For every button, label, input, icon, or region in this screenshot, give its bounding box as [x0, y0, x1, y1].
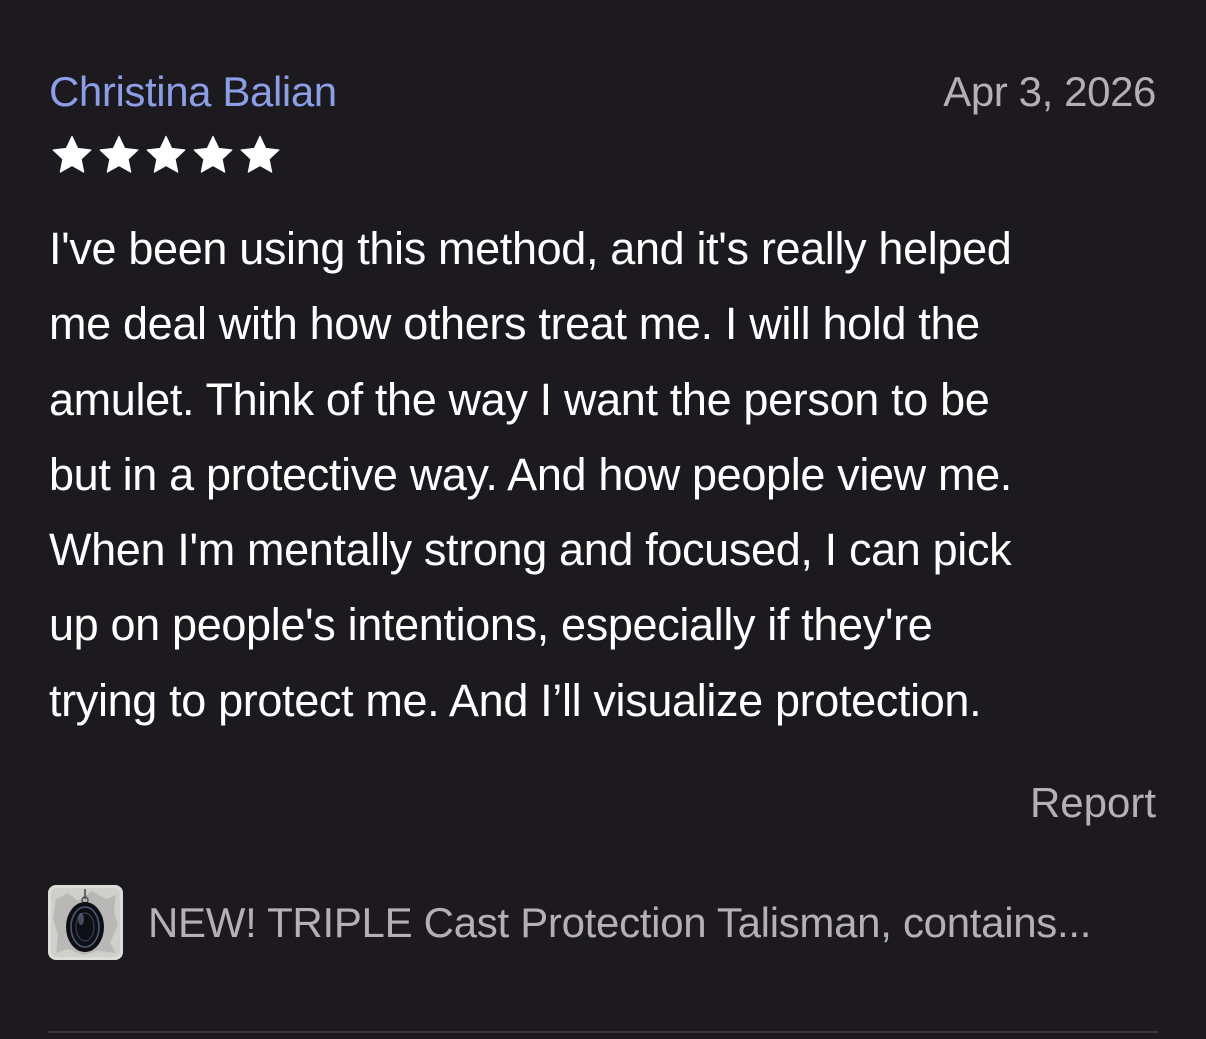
product-title[interactable]: NEW! TRIPLE Cast Protection Talisman, co…: [148, 897, 1091, 949]
review-text: I've been using this method, and it's re…: [49, 223, 1012, 726]
product-thumbnail-icon: [48, 885, 123, 960]
star-icon: [240, 135, 280, 173]
star-icon: [193, 135, 233, 173]
review-card: Christina Balian Apr 3, 2026 I've been u…: [0, 0, 1206, 1039]
review-date: Apr 3, 2026: [943, 68, 1156, 115]
report-button[interactable]: Report: [1030, 777, 1156, 829]
divider: [48, 1031, 1158, 1033]
star-rating: [50, 133, 282, 177]
reviewer-name[interactable]: Christina Balian: [49, 66, 337, 118]
star-icon: [99, 135, 139, 173]
star-icon: [146, 135, 186, 173]
star-icon: [52, 135, 92, 173]
product-link[interactable]: NEW! TRIPLE Cast Protection Talisman, co…: [48, 885, 1091, 960]
